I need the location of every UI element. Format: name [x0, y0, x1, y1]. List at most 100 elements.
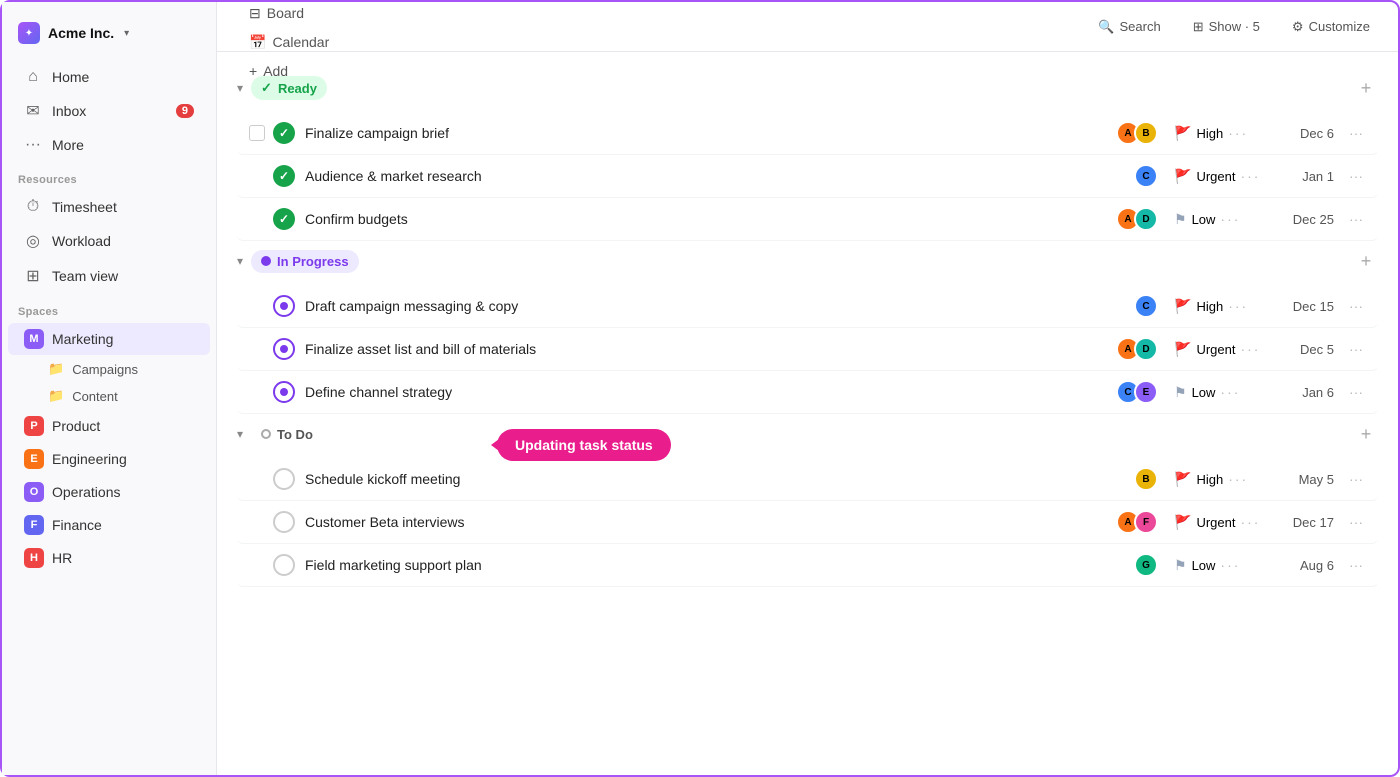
- sidebar-label-product: Product: [52, 418, 100, 434]
- sidebar-label-operations: Operations: [52, 484, 120, 500]
- inbox-badge: 9: [176, 104, 194, 118]
- task-date-t6: Jan 6: [1264, 385, 1334, 400]
- sidebar-label-campaigns: Campaigns: [72, 362, 138, 377]
- sidebar-item-marketing[interactable]: M Marketing: [8, 323, 210, 355]
- group-badge-in-progress[interactable]: In Progress: [251, 250, 359, 273]
- sidebar-item-finance[interactable]: F Finance: [8, 509, 210, 541]
- sidebar-item-operations[interactable]: O Operations: [8, 476, 210, 508]
- task-more-t5[interactable]: ···: [1342, 341, 1370, 357]
- priority-dots-t4[interactable]: ···: [1228, 298, 1248, 314]
- group-add-button-ready[interactable]: +: [1354, 76, 1378, 100]
- task-row-t5: Finalize asset list and bill of material…: [237, 328, 1378, 371]
- sidebar-item-product[interactable]: P Product: [8, 410, 210, 442]
- folder-icon: 📁: [48, 361, 64, 377]
- task-priority-t8: 🚩 Urgent ···: [1174, 514, 1264, 531]
- task-more-t9[interactable]: ···: [1342, 557, 1370, 573]
- todo-icon: [261, 429, 271, 439]
- customize-button[interactable]: ⚙ Customize: [1284, 14, 1378, 40]
- sidebar-item-inbox[interactable]: ✉ Inbox 9: [8, 94, 210, 128]
- sidebar-item-campaigns[interactable]: 📁 Campaigns: [8, 356, 210, 382]
- task-more-t3[interactable]: ···: [1342, 211, 1370, 227]
- task-status-done-t1[interactable]: [273, 122, 295, 144]
- sidebar-item-engineering[interactable]: E Engineering: [8, 443, 210, 475]
- sidebar-label-engineering: Engineering: [52, 451, 127, 467]
- finance-badge: F: [24, 515, 44, 535]
- search-button[interactable]: 🔍 Search: [1090, 14, 1168, 40]
- priority-label-t6: Low: [1192, 385, 1216, 400]
- task-date-t3: Dec 25: [1264, 212, 1334, 227]
- task-name-t6: Define channel strategy: [305, 384, 1112, 400]
- group-add-button-in-progress[interactable]: +: [1354, 249, 1378, 273]
- avatar-av-6: F: [1134, 510, 1158, 534]
- avatar-av-4: D: [1134, 337, 1158, 361]
- task-checkbox-t4: [245, 294, 269, 318]
- checkbox-t1[interactable]: [249, 125, 265, 141]
- tab-board[interactable]: ⊟ Board: [237, 2, 341, 28]
- resources-section-label: Resources: [2, 162, 216, 190]
- marketing-badge: M: [24, 329, 44, 349]
- teamview-icon: ⊞: [24, 266, 42, 286]
- app-logo[interactable]: Acme Inc. ▾: [2, 14, 216, 60]
- task-more-t6[interactable]: ···: [1342, 384, 1370, 400]
- task-avatars: CE: [1116, 380, 1158, 404]
- sidebar-item-workload[interactable]: ◎ Workload: [8, 224, 210, 258]
- collapse-icon-in-progress[interactable]: ▾: [237, 254, 243, 268]
- topbar: ≡ List ⊟ Board 📅 Calendar + Add 🔍 Search…: [217, 2, 1398, 52]
- task-priority-t7: 🚩 High ···: [1174, 471, 1264, 488]
- group-add-button-todo[interactable]: +: [1354, 422, 1378, 446]
- task-row-t8: Customer Beta interviews AF 🚩 Urgent ···…: [237, 501, 1378, 544]
- task-status-inprog-t5[interactable]: [273, 338, 295, 360]
- priority-dots-t1[interactable]: ···: [1228, 125, 1248, 141]
- task-more-t7[interactable]: ···: [1342, 471, 1370, 487]
- priority-dots-t9[interactable]: ···: [1220, 557, 1240, 573]
- priority-dots-t8[interactable]: ···: [1240, 514, 1260, 530]
- show-label: Show · 5: [1209, 19, 1260, 34]
- group-badge-ready[interactable]: ✓ Ready: [251, 76, 327, 100]
- task-more-t2[interactable]: ···: [1342, 168, 1370, 184]
- sidebar-item-hr[interactable]: H HR: [8, 542, 210, 574]
- task-status-todo-t8[interactable]: [273, 511, 295, 533]
- sidebar-item-content[interactable]: 📁 Content: [8, 383, 210, 409]
- task-status-inprog-t6[interactable]: [273, 381, 295, 403]
- priority-dots-t7[interactable]: ···: [1228, 471, 1248, 487]
- sidebar-item-timesheet[interactable]: ⏱ Timesheet: [8, 191, 210, 223]
- task-name-t7: Schedule kickoff meeting: [305, 471, 1130, 487]
- task-status-inprog-t4[interactable]: [273, 295, 295, 317]
- sidebar-label-more: More: [52, 137, 84, 153]
- task-avatars: G: [1134, 553, 1158, 577]
- task-status-done-t3[interactable]: [273, 208, 295, 230]
- operations-badge: O: [24, 482, 44, 502]
- priority-label-t7: High: [1196, 472, 1223, 487]
- priority-dots-t3[interactable]: ···: [1220, 211, 1240, 227]
- collapse-icon-todo[interactable]: ▾: [237, 427, 243, 441]
- task-more-t1[interactable]: ···: [1342, 125, 1370, 141]
- main-content: ≡ List ⊟ Board 📅 Calendar + Add 🔍 Search…: [217, 2, 1398, 775]
- task-checkbox-t1[interactable]: [245, 121, 269, 145]
- sidebar-item-more[interactable]: ··· More: [8, 129, 210, 161]
- task-row-t4: Draft campaign messaging & copy C 🚩 High…: [237, 285, 1378, 328]
- sidebar-item-home[interactable]: ⌂ Home: [8, 61, 210, 93]
- task-more-t4[interactable]: ···: [1342, 298, 1370, 314]
- task-row-t2: Audience & market research C 🚩 Urgent ··…: [237, 155, 1378, 198]
- group-todo: ▾ To Do + Schedule kickoff meeting B 🚩 H…: [237, 414, 1378, 587]
- task-checkbox-t6: [245, 380, 269, 404]
- show-button[interactable]: ⊞ Show · 5: [1185, 14, 1268, 40]
- task-checkbox-t9: [245, 553, 269, 577]
- collapse-icon-ready[interactable]: ▾: [237, 81, 243, 95]
- task-row-t9: Field marketing support plan G ⚑ Low ···…: [237, 544, 1378, 587]
- group-badge-todo[interactable]: To Do: [251, 423, 323, 446]
- more-icon: ···: [24, 136, 42, 154]
- sidebar-label-home: Home: [52, 69, 89, 85]
- task-avatars: AD: [1116, 337, 1158, 361]
- task-priority-t5: 🚩 Urgent ···: [1174, 341, 1264, 358]
- task-status-todo-t7[interactable]: [273, 468, 295, 490]
- priority-dots-t6[interactable]: ···: [1220, 384, 1240, 400]
- task-status-done-t2[interactable]: [273, 165, 295, 187]
- sidebar-label-marketing: Marketing: [52, 331, 113, 347]
- priority-dots-t2[interactable]: ···: [1240, 168, 1260, 184]
- task-priority-t4: 🚩 High ···: [1174, 298, 1264, 315]
- sidebar-item-teamview[interactable]: ⊞ Team view: [8, 259, 210, 293]
- task-status-todo-t9[interactable]: [273, 554, 295, 576]
- priority-dots-t5[interactable]: ···: [1240, 341, 1260, 357]
- task-more-t8[interactable]: ···: [1342, 514, 1370, 530]
